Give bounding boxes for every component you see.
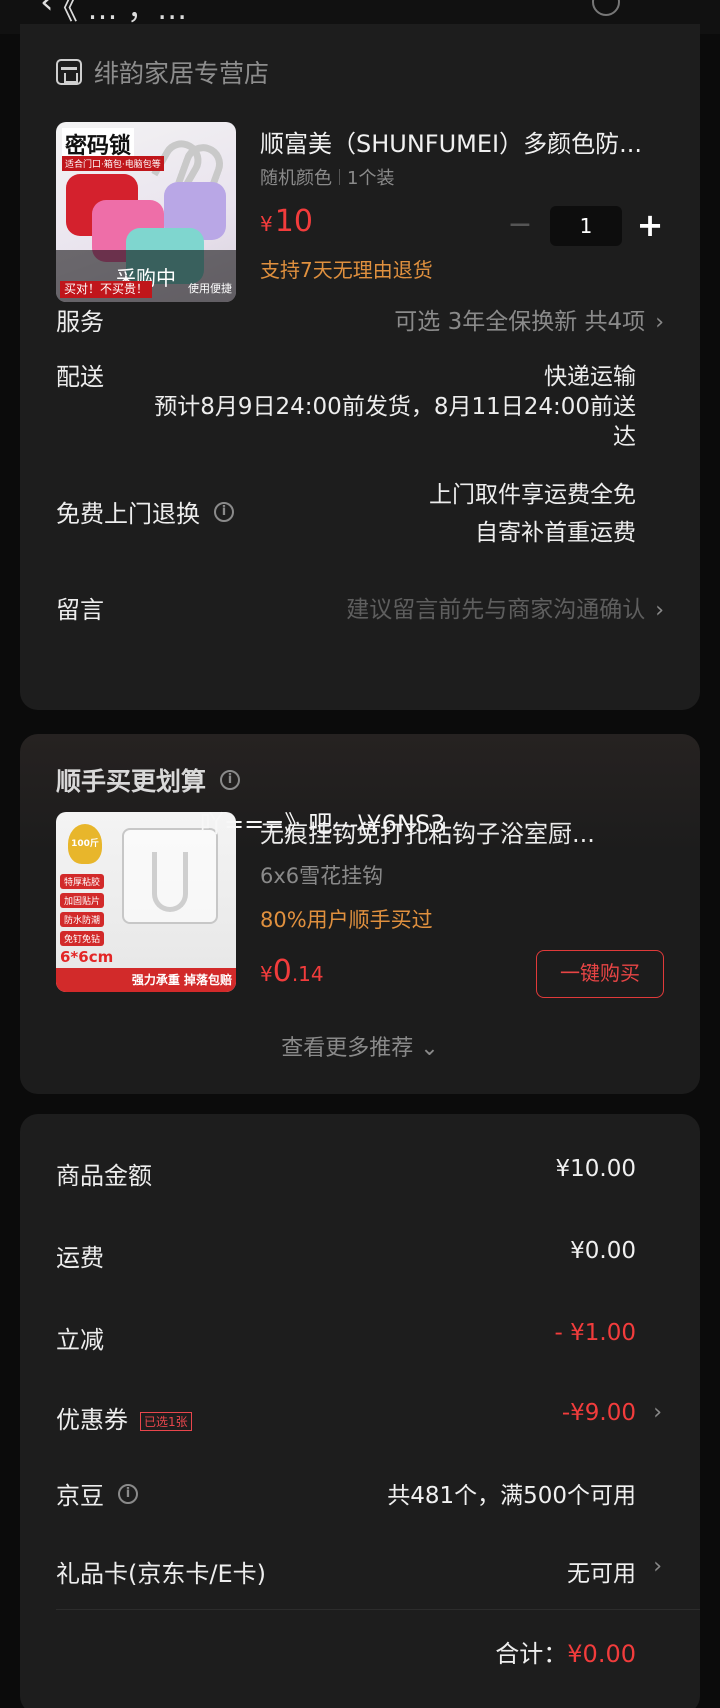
delivery-eta-line2: 达 [613, 424, 636, 450]
recommend-title-row: 顺手买更划算 i [56, 762, 241, 798]
product-image[interactable]: 密码锁 适合门口·箱包·电脑包等 采购中 买对！不买贵！ 使用便捷 [56, 122, 236, 302]
thumb-tag: 特厚粘胶 [60, 874, 105, 889]
free-return-detail: 上门取件享运费全免 自寄补首重运费 [429, 476, 636, 552]
currency-symbol: ¥ [260, 962, 273, 986]
info-icon[interactable]: i [214, 501, 234, 522]
overlay-text: 吖===》吧---\¥6NS3 [200, 810, 446, 838]
coupon-label: 优惠券 [56, 1406, 128, 1434]
recommend-item-note: 80%用户顺手买过 [260, 908, 433, 932]
gift-card-label: 礼品卡(京东卡/E卡) [56, 1560, 266, 1588]
thumb-subtitle: 适合门口·箱包·电脑包等 [62, 156, 164, 171]
spec-divider [339, 169, 340, 185]
thumb-tag: 免钉免钻 [60, 931, 105, 946]
thumb-promo-left: 买对！不买贵！ [60, 280, 153, 298]
recommend-title: 顺手买更划算 [56, 767, 207, 796]
thumb-promo-right: 使用便捷 [188, 282, 232, 295]
delivery-eta-line1: 预计8月9日24:00前发货，8月11日24:00前送 [154, 394, 636, 420]
free-return-label: 免费上门退换 [56, 500, 200, 528]
jd-bean-label: 京豆 [56, 1482, 104, 1510]
quantity-value[interactable]: 1 [550, 206, 622, 246]
discount-label: 立减 [56, 1326, 104, 1354]
product-spec[interactable]: 随机颜色 1个装 [260, 164, 394, 190]
price-summary-card: 商品金额 ¥10.00 运费 ¥0.00 立减 - ¥1.00 优惠券 已选1张 … [20, 1114, 700, 1708]
coupon-selected-badge: 已选1张 [140, 1411, 192, 1431]
order-item-card: 绯韵家居专营店 密码锁 适合门口·箱包·电脑包等 采购中 买对！不买贵！ 使用便… [20, 24, 700, 710]
jd-bean-value: 共481个，满500个可用 [387, 1483, 636, 1509]
message-row[interactable]: 建议留言前先与商家沟通确认 › [346, 590, 664, 624]
free-return-row: 免费上门退换 i [56, 494, 234, 529]
discount-value: - ¥1.00 [554, 1320, 636, 1346]
service-value: 可选 3年全保换新 共4项 [394, 309, 646, 335]
goods-amount-value: ¥10.00 [555, 1156, 636, 1182]
shipping-value: ¥0.00 [570, 1238, 636, 1264]
free-return-line1: 上门取件享运费全免 [429, 482, 636, 508]
store-name: 绯韵家居专营店 [94, 59, 270, 88]
message-placeholder: 建议留言前先与商家沟通确认 [346, 597, 646, 623]
shipping-label: 运费 [56, 1244, 104, 1272]
jd-bean-row: 京豆 i [56, 1476, 138, 1511]
thumb-tags: 特厚粘胶 加固贴片 防水防潮 免钉免钻 [60, 874, 105, 946]
recommend-item-price: ¥0.14 [260, 954, 324, 989]
info-icon[interactable]: i [118, 1483, 138, 1504]
return-policy-note: 支持7天无理由退货 [260, 258, 433, 282]
spec-pack: 1个装 [347, 168, 395, 189]
thumb-tag: 防水防潮 [60, 912, 105, 927]
price-decimal: .14 [291, 962, 324, 986]
spec-color: 随机颜色 [260, 168, 332, 189]
total-row: 合计：¥0.00 [495, 1634, 636, 1669]
delivery-eta: 预计8月9日24:00前发货，8月11日24:00前送 达 [154, 392, 636, 452]
decrease-button[interactable]: − [490, 206, 550, 246]
product-price: ¥10 [260, 204, 313, 239]
more-icon[interactable] [592, 0, 620, 16]
chevron-right-icon[interactable]: › [653, 1554, 662, 1579]
coupon-row[interactable]: 优惠券 已选1张 [56, 1400, 192, 1435]
quantity-stepper: − 1 + [490, 206, 678, 246]
thumb-tag: 加固贴片 [60, 893, 105, 908]
price-int: 0 [272, 954, 292, 989]
store-header[interactable]: 绯韵家居专营店 [56, 54, 269, 90]
free-return-line2: 自寄补首重运费 [475, 520, 636, 546]
thumb-size: 6*6cm [60, 948, 114, 966]
info-icon[interactable]: i [220, 770, 241, 790]
chevron-right-icon: › [655, 598, 664, 623]
total-label: 合计： [495, 1640, 568, 1668]
chevron-right-icon: › [655, 310, 664, 335]
thumb-bar: 强力承重 掉落包赔 [56, 968, 236, 992]
service-row[interactable]: 可选 3年全保换新 共4项 › [394, 302, 664, 336]
service-label: 服务 [56, 308, 104, 336]
coupon-value[interactable]: -¥9.00 [562, 1400, 636, 1426]
currency-symbol: ¥ [260, 212, 273, 236]
hook-shape [152, 852, 188, 912]
price-value: 10 [274, 204, 313, 239]
total-value: ¥0.00 [567, 1640, 636, 1668]
delivery-label: 配送 [56, 363, 104, 391]
one-click-buy-button[interactable]: 一键购买 [536, 950, 664, 998]
divider [56, 1609, 700, 1610]
store-icon [56, 59, 82, 85]
gift-card-value[interactable]: 无可用 [567, 1554, 636, 1588]
hook-product-image[interactable]: 100斤 特厚粘胶 加固贴片 防水防潮 免钉免钻 6*6cm 强力承重 掉落包赔 [56, 812, 236, 992]
recommend-card: 顺手买更划算 i 100斤 特厚粘胶 加固贴片 防水防潮 免钉免钻 6*6cm … [20, 734, 700, 1094]
message-label: 留言 [56, 596, 104, 624]
delivery-method: 快递运输 [544, 364, 636, 390]
increase-button[interactable]: + [622, 206, 678, 246]
see-more-recommendations[interactable]: 查看更多推荐 ⌄ [20, 1030, 700, 1062]
thumb-badge: 100斤 [68, 824, 102, 864]
product-title[interactable]: 顺富美（SHUNFUMEI）多颜色防... [260, 124, 680, 159]
chevron-right-icon[interactable]: › [653, 1400, 662, 1425]
recommend-item-spec: 6x6雪花挂钩 [260, 864, 384, 888]
goods-amount-label: 商品金额 [56, 1162, 152, 1190]
